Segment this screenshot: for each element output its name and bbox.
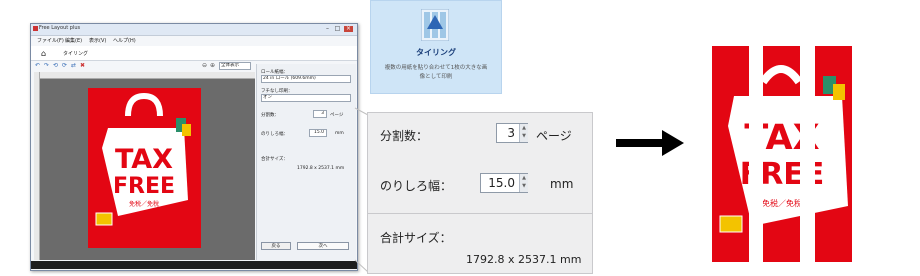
zoom-margin-label: のりしろ幅： <box>380 179 453 193</box>
back-button[interactable]: 戻る <box>261 242 291 250</box>
tiling-tooltip: タイリング 複数の用紙を貼り合わせて1枚の大きな画 像として印刷 <box>370 0 502 94</box>
divisions-unit: ページ <box>330 113 344 118</box>
delete-icon[interactable]: ✖ <box>80 62 85 69</box>
flip-icon[interactable]: ⇄ <box>71 62 76 69</box>
zoom-out-icon[interactable]: ⊖ <box>202 62 207 69</box>
title-bar: Free Layout plus – □ × <box>31 24 357 36</box>
rotate-right-icon[interactable]: ⟳ <box>62 62 67 69</box>
menu-bar: ファイル(F) 編集(E) 表示(V) ヘルプ(H) <box>31 36 357 45</box>
app-icon <box>33 26 38 31</box>
borderless-select[interactable]: オン <box>261 94 351 102</box>
redo-icon[interactable]: ↷ <box>44 62 49 69</box>
poster-preview[interactable]: TAX FREE 免税／免稅 <box>88 88 201 248</box>
zoom-divider <box>368 213 592 214</box>
tiling-icon <box>421 9 449 41</box>
tab-row: ⌂ タイリング <box>31 46 357 61</box>
zoom-select[interactable]: 全体表示 <box>219 62 251 70</box>
tiling-title: タイリング <box>416 48 456 57</box>
tiled-output: TAX FREE TAX FREE 免税／免稅 TAX FREE <box>712 46 852 262</box>
zoom-total-label: 合計サイズ： <box>380 231 452 245</box>
zoom-margin-unit: mm <box>550 177 574 191</box>
left-ruler <box>34 72 40 260</box>
top-ruler <box>34 72 255 79</box>
status-bar <box>31 261 357 269</box>
menu-view[interactable]: 表示(V) <box>89 37 106 44</box>
window-title: Free Layout plus <box>39 25 81 31</box>
poster-graphic: TAX FREE 免税／免稅 <box>95 92 191 226</box>
tiled-poster-graphic: TAX FREE TAX FREE 免税／免稅 TAX FREE <box>712 46 852 262</box>
zoom-divisions-label: 分割数： <box>380 129 429 143</box>
tile2-free: FREE <box>740 157 825 192</box>
tab-tiling[interactable]: タイリング <box>63 50 88 57</box>
tile2-tax: TAX <box>744 118 819 158</box>
yellow-bag-icon <box>182 124 191 136</box>
menu-edit[interactable]: 編集(E) <box>65 37 82 44</box>
roll-width-select[interactable]: 24 in ロール (609.6mm) <box>261 75 351 83</box>
maximize-icon[interactable]: □ <box>333 26 342 32</box>
poster-free-text: FREE <box>113 174 175 199</box>
margin-label: のりしろ幅： <box>261 132 288 137</box>
poster-tax-text: TAX <box>115 144 173 175</box>
menu-file[interactable]: ファイル(F) <box>37 37 64 44</box>
next-button[interactable]: 次へ <box>297 242 349 250</box>
zoom-divisions-spinner[interactable]: ▲ ▼ <box>519 124 528 142</box>
cart-icon <box>95 212 113 226</box>
zoom-divisions-unit: ページ <box>536 129 572 143</box>
divisions-input[interactable]: 3 <box>313 110 327 118</box>
total-size-label: 合計サイズ： <box>261 157 288 162</box>
margin-input[interactable]: 15.0 <box>309 129 327 137</box>
tile2-subtitle: 免税／免稅 <box>762 198 802 208</box>
bag-handle <box>125 92 163 117</box>
undo-icon[interactable]: ↶ <box>35 62 40 69</box>
settings-panel: ロール紙幅： 24 in ロール (609.6mm) フチなし印刷： オン 分割… <box>256 64 356 260</box>
zoomed-settings: 分割数： 3 ▲ ▼ ページ のりしろ幅： 15.0 ▲ ▼ mm 合計サイズ： 1… <box>367 112 593 274</box>
close-icon[interactable]: × <box>344 26 353 32</box>
divisions-label: 分割数： <box>261 113 279 118</box>
menu-help[interactable]: ヘルプ(H) <box>113 37 136 44</box>
poster-subtitle: 免税／免稅 <box>129 200 159 208</box>
home-icon[interactable]: ⌂ <box>41 49 46 58</box>
tiling-desc-2: 像として印刷 <box>419 74 453 80</box>
minimize-icon[interactable]: – <box>323 26 332 32</box>
tiling-desc-1: 複数の用紙を貼り合わせて1枚の大きな画 <box>384 65 488 71</box>
margin-unit: mm <box>335 131 344 136</box>
zoom-margin-spinner[interactable]: ▲ ▼ <box>519 174 528 192</box>
zoom-total-value: 1792.8 x 2537.1 mm <box>466 253 582 266</box>
rotate-left-icon[interactable]: ⟲ <box>53 62 58 69</box>
right-arrow-icon <box>616 130 684 156</box>
total-size-value: 1792.8 x 2537.1 mm <box>297 166 345 171</box>
app-window: Free Layout plus – □ × ファイル(F) 編集(E) 表示(… <box>30 23 358 271</box>
zoom-in-icon[interactable]: ⊕ <box>210 62 215 69</box>
